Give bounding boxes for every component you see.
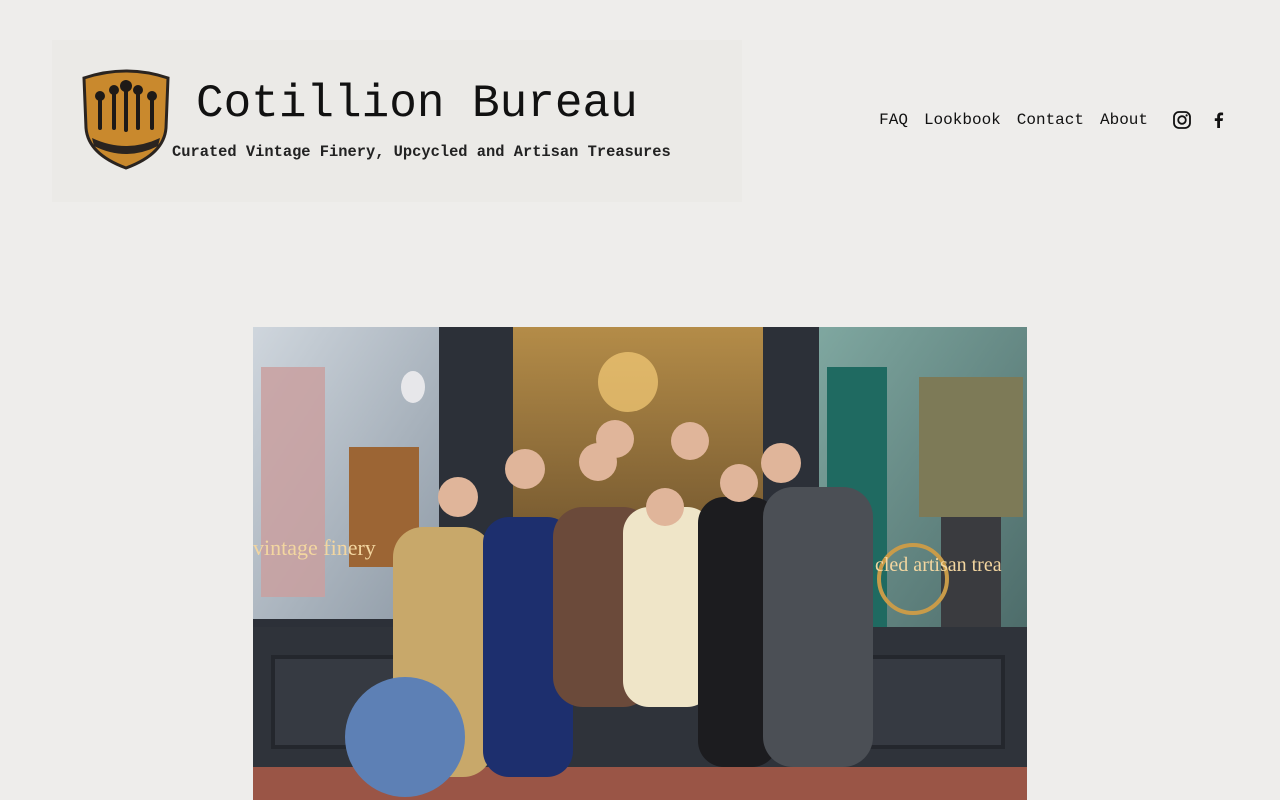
nav-link-faq[interactable]: FAQ	[879, 108, 908, 132]
nav-link-lookbook[interactable]: Lookbook	[924, 108, 1001, 132]
site-header: Cotillion Bureau Curated Vintage Finery,…	[0, 0, 1280, 240]
brand-title: Cotillion Bureau	[196, 78, 638, 130]
blue-hatbox	[345, 677, 465, 797]
facebook-icon[interactable]	[1209, 110, 1229, 130]
social-links	[1172, 110, 1229, 130]
chandelier	[598, 352, 658, 412]
nav-link-about[interactable]: About	[1100, 108, 1148, 132]
main-nav: FAQ Lookbook Contact About	[879, 108, 1148, 132]
right-window-lettering: cled artisan trea	[875, 554, 1002, 576]
crown-crest-icon	[82, 69, 170, 170]
left-window-lettering: vintage finery	[253, 535, 376, 560]
hero-photo: vintage finery cled artisan trea	[253, 327, 1027, 800]
nav-link-contact[interactable]: Contact	[1017, 108, 1084, 132]
site-logo[interactable]: Cotillion Bureau Curated Vintage Finery,…	[52, 40, 742, 202]
instagram-icon[interactable]	[1172, 110, 1192, 130]
brand-tagline: Curated Vintage Finery, Upcycled and Art…	[172, 143, 671, 161]
